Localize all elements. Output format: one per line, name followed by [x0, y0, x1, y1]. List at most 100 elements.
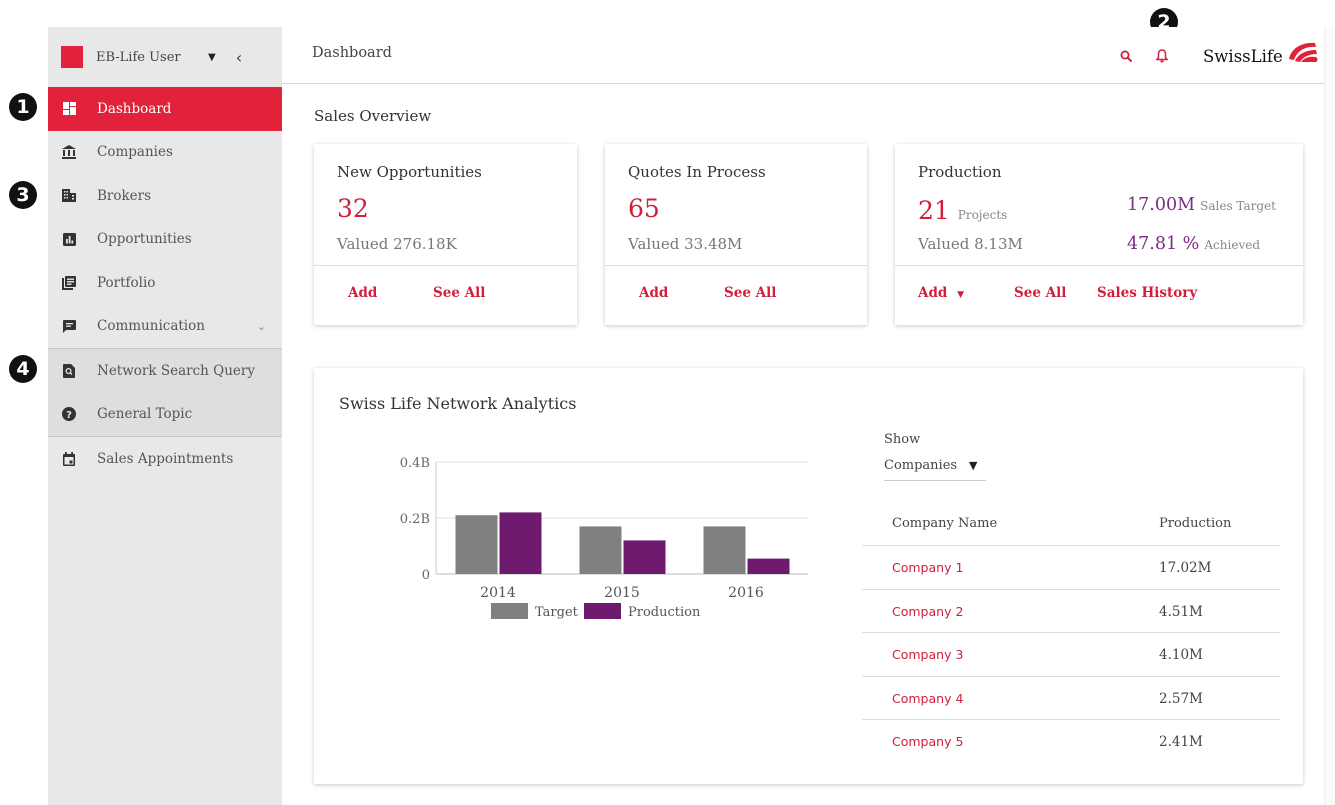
sales-overview-title: Sales Overview: [314, 107, 432, 125]
show-select-value: Companies: [884, 458, 958, 473]
help-icon: ?: [62, 407, 76, 422]
sidebar-item-label: Portfolio: [97, 274, 156, 291]
sidebar: EB-Life User ▼ ‹ Dashboard Companies Bro…: [48, 27, 282, 805]
sidebar-item-label: Communication: [97, 318, 205, 335]
sidebar-item-label: Companies: [97, 144, 173, 161]
production-count: 21 Projects: [918, 196, 1007, 225]
bar-target: [579, 526, 622, 574]
calendar-icon: [62, 451, 76, 466]
see-all-quotes-button[interactable]: See All: [724, 285, 776, 301]
portfolio-icon: [62, 275, 76, 290]
production-value: 4.51M: [1159, 603, 1203, 620]
marker-1: 1: [9, 93, 37, 121]
production-value: 17.02M: [1159, 560, 1212, 576]
show-label: Show: [884, 432, 921, 447]
add-production-dropdown[interactable]: Add ▼: [918, 285, 964, 301]
quotes-count: 65: [628, 194, 660, 223]
production-value: 2.57M: [1159, 690, 1203, 707]
production-card: Production 21 Projects Valued 8.13M 17.0…: [895, 144, 1303, 325]
production-valued: Valued 8.13M: [918, 235, 1023, 253]
add-production-label: Add: [918, 285, 948, 301]
bank-icon: [62, 145, 76, 160]
sidebar-item-companies[interactable]: Companies: [48, 131, 282, 175]
bar-production: [623, 540, 666, 574]
sidebar-item-brokers[interactable]: Brokers: [48, 174, 282, 218]
collapse-sidebar-icon[interactable]: ‹: [236, 48, 242, 67]
achieved-value: 47.81 %: [1127, 234, 1200, 254]
achieved: 47.81 % Achieved: [1127, 234, 1260, 254]
sidebar-item-portfolio[interactable]: Portfolio: [48, 261, 282, 305]
chevron-down-icon[interactable]: ⌄: [257, 320, 266, 333]
sidebar-item-label: Network Search Query: [97, 362, 255, 379]
new-opportunities-card: New Opportunities 32 Valued 276.18K Add …: [314, 144, 577, 325]
sidebar-item-label: General Topic: [97, 406, 193, 423]
card-title: Production: [918, 163, 1002, 181]
x-tick-label: 2014: [480, 585, 516, 601]
page-title: Dashboard: [312, 45, 392, 61]
network-analytics-panel: Swiss Life Network Analytics 0 0.2B 0.4B 20…: [314, 368, 1303, 784]
table-row: Company 5 2.41M: [862, 720, 1280, 764]
bar-production: [747, 558, 790, 574]
caret-down-icon: ▼: [957, 290, 964, 300]
x-tick-label: 2016: [728, 585, 764, 601]
y-tick-label: 0: [422, 568, 430, 583]
column-header-production: Production: [1159, 516, 1232, 531]
achieved-label: Achieved: [1204, 238, 1261, 252]
table-row: Company 2 4.51M: [862, 590, 1280, 633]
dashboard-icon: [62, 102, 76, 116]
production-count-value: 21: [918, 196, 950, 225]
sidebar-item-label: Opportunities: [97, 231, 192, 248]
opportunities-count: 32: [337, 194, 369, 223]
add-quote-button[interactable]: Add: [639, 285, 668, 301]
company-link[interactable]: Company 2: [892, 604, 963, 619]
production-value: 2.41M: [1159, 734, 1203, 750]
card-title: Quotes In Process: [628, 163, 766, 181]
divider: [895, 265, 1303, 266]
company-link[interactable]: Company 1: [892, 560, 963, 575]
legend-label-production: Production: [628, 605, 701, 620]
logo-text: SwissLife: [1203, 46, 1283, 66]
legend-swatch-target: [491, 603, 528, 619]
see-all-opportunities-button[interactable]: See All: [433, 285, 485, 301]
y-tick-label: 0.2B: [400, 512, 430, 527]
company-link[interactable]: Company 3: [892, 647, 963, 662]
user-bar[interactable]: EB-Life User ▼ ‹: [48, 27, 282, 87]
add-opportunity-button[interactable]: Add: [348, 285, 377, 301]
sidebar-item-dashboard[interactable]: Dashboard: [48, 87, 282, 131]
divider: [605, 265, 867, 266]
opportunities-valued: Valued 276.18K: [337, 235, 457, 253]
sidebar-item-general-topic[interactable]: ? General Topic: [48, 392, 282, 436]
analytics-title: Swiss Life Network Analytics: [339, 394, 577, 413]
sales-history-button[interactable]: Sales History: [1097, 285, 1197, 301]
sales-target-value: 17.00M: [1127, 195, 1196, 215]
see-all-production-button[interactable]: See All: [1014, 285, 1066, 301]
sidebar-item-communication[interactable]: Communication ⌄: [48, 305, 282, 349]
sidebar-item-opportunities[interactable]: Opportunities: [48, 218, 282, 262]
marker-4: 4: [9, 355, 37, 383]
column-header-company: Company Name: [892, 516, 998, 531]
divider: [314, 265, 577, 266]
scrollbar-track[interactable]: [1324, 27, 1335, 805]
show-select[interactable]: Companies ▼: [884, 458, 986, 481]
swisslife-logo: SwissLife: [1203, 39, 1319, 67]
company-link[interactable]: Company 5: [892, 734, 963, 749]
bar-production: [499, 512, 542, 574]
legend-swatch-production: [584, 603, 621, 619]
quotes-valued: Valued 33.48M: [628, 235, 743, 253]
caret-down-icon: ▼: [969, 459, 978, 472]
search-icon[interactable]: [1120, 48, 1133, 67]
caret-down-icon[interactable]: ▼: [208, 52, 216, 63]
user-name: EB-Life User: [96, 49, 181, 65]
company-link[interactable]: Company 4: [892, 691, 963, 706]
sidebar-item-network-search-query[interactable]: Network Search Query: [48, 349, 282, 393]
top-header: Dashboard SwissLife: [282, 27, 1324, 84]
sidebar-item-sales-appointments[interactable]: Sales Appointments: [48, 437, 282, 481]
sales-target: 17.00M Sales Target: [1127, 195, 1276, 215]
sales-target-label: Sales Target: [1200, 199, 1276, 213]
user-avatar: [61, 46, 83, 68]
legend-label-target: Target: [535, 605, 579, 620]
quotes-in-process-card: Quotes In Process 65 Valued 33.48M Add S…: [605, 144, 867, 325]
sidebar-item-label: Sales Appointments: [97, 450, 234, 467]
bell-icon[interactable]: [1155, 48, 1169, 67]
production-value: 4.10M: [1159, 647, 1203, 663]
